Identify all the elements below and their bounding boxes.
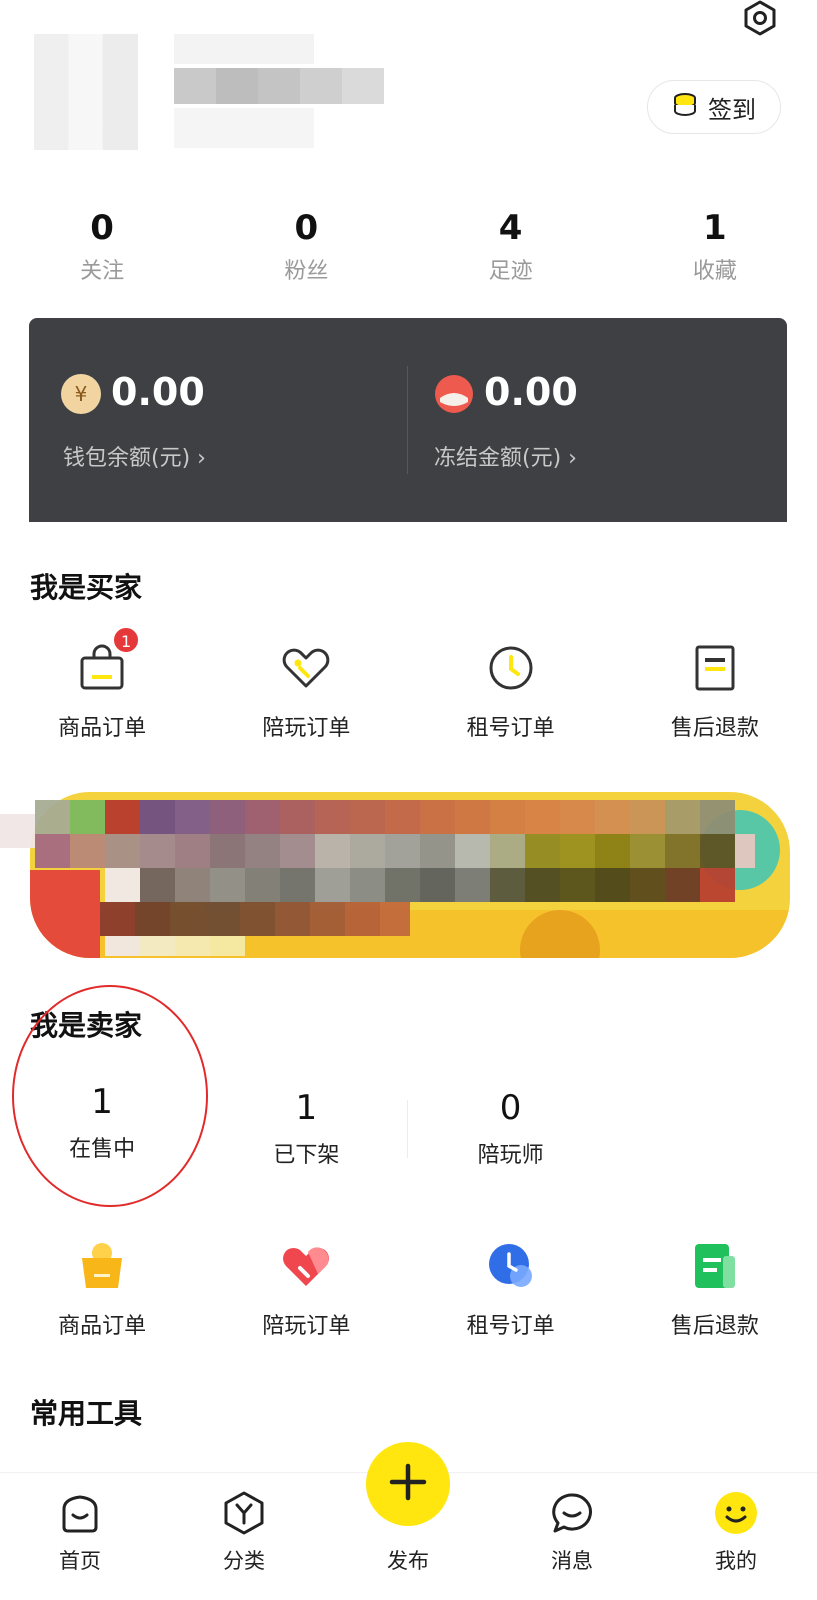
avatar[interactable] — [34, 34, 138, 150]
chevron-right-icon: › — [568, 446, 577, 471]
seller-goods-orders[interactable]: 商品订单 — [0, 1238, 204, 1340]
grid-item-label: 商品订单 — [58, 1314, 147, 1339]
username-blur-top — [174, 34, 314, 64]
plus-icon — [388, 1462, 428, 1506]
wallet-card: ¥ 0.00 钱包余额(元) › 0.00 冻结金额(元) › — [29, 318, 787, 522]
frozen-coin-icon — [434, 374, 474, 414]
stat-value: 1 — [91, 1082, 113, 1122]
buyer-goods-orders[interactable]: 1 商品订单 — [0, 626, 204, 742]
coin-stack-icon — [672, 93, 698, 121]
buyer-companion-orders[interactable]: 陪玩订单 — [204, 640, 408, 742]
clock-icon — [483, 1238, 539, 1294]
profile-stats: 0 关注 0 粉丝 4 足迹 1 收藏 — [0, 205, 817, 295]
stat-label: 足迹 — [488, 259, 533, 284]
publish-button[interactable] — [366, 1442, 450, 1526]
username-blur-bottom — [174, 108, 314, 148]
heart-tag-icon — [278, 640, 334, 696]
category-icon — [220, 1489, 268, 1537]
seller-rental-orders[interactable]: 租号订单 — [409, 1238, 613, 1340]
buyer-rental-orders[interactable]: 租号订单 — [409, 640, 613, 742]
svg-text:¥: ¥ — [75, 382, 88, 406]
grid-item-label: 售后退款 — [670, 1314, 759, 1339]
nav-label: 首页 — [59, 1549, 101, 1573]
message-icon — [548, 1489, 596, 1537]
document-icon — [687, 1238, 743, 1294]
order-count-badge: 1 — [112, 626, 141, 654]
checkin-button[interactable]: 签到 — [647, 80, 781, 134]
seller-delisted[interactable]: 1 已下架 — [204, 1085, 408, 1169]
wallet-balance-amount: 0.00 — [111, 370, 205, 414]
grid-item-label: 陪玩订单 — [262, 716, 351, 741]
promo-banner[interactable] — [0, 790, 817, 960]
seller-grid: 商品订单 陪玩订单 租号订单 售后退款 — [0, 1238, 817, 1340]
wallet-frozen-text: 冻结金额(元) — [434, 446, 562, 471]
stat-value: 4 — [498, 208, 523, 248]
chevron-right-icon: › — [197, 446, 206, 471]
stat-label: 在售中 — [69, 1137, 136, 1162]
stat-value: 0 — [294, 208, 319, 248]
stat-value: 0 — [499, 1088, 522, 1128]
publish-label: 发布 — [387, 1549, 429, 1573]
wallet-frozen-label: 冻结金额(元) › — [434, 440, 577, 472]
stat-label: 收藏 — [692, 259, 737, 284]
wallet-balance[interactable]: ¥ 0.00 钱包余额(元) › — [29, 318, 408, 522]
stat-value: 1 — [703, 208, 727, 248]
grid-item-label: 陪玩订单 — [262, 1314, 351, 1339]
seller-after-sales[interactable]: 售后退款 — [613, 1238, 817, 1340]
tools-section-title: 常用工具 — [30, 1397, 143, 1430]
shopping-bag-icon — [74, 1238, 130, 1294]
checkin-label: 签到 — [708, 95, 756, 124]
nav-mine[interactable]: 我的 — [676, 1473, 796, 1575]
nav-label: 分类 — [223, 1549, 265, 1573]
stat-fans[interactable]: 0 粉丝 — [204, 205, 408, 295]
stat-value: 1 — [295, 1088, 318, 1128]
stat-label: 陪玩师 — [477, 1143, 544, 1168]
nav-category[interactable]: 分类 — [184, 1473, 304, 1575]
seller-companion-orders[interactable]: 陪玩订单 — [204, 1238, 408, 1340]
home-icon — [56, 1489, 104, 1537]
nav-label: 我的 — [715, 1549, 757, 1573]
stat-label: 关注 — [80, 259, 125, 284]
seller-on-sale[interactable]: 1 在售中 — [0, 1079, 204, 1169]
grid-item-label: 商品订单 — [58, 716, 147, 741]
settings-icon[interactable] — [742, 0, 778, 36]
grid-item-label: 租号订单 — [466, 716, 555, 741]
nav-home[interactable]: 首页 — [20, 1473, 140, 1575]
yuan-coin-icon: ¥ — [61, 374, 101, 414]
grid-item-label: 售后退款 — [670, 716, 759, 741]
wallet-frozen[interactable]: 0.00 冻结金额(元) › — [408, 318, 787, 522]
buyer-grid: 1 商品订单 陪玩订单 租号订单 售后退款 — [0, 626, 817, 742]
nav-label: 消息 — [551, 1549, 593, 1573]
seller-companions[interactable]: 0 陪玩师 — [409, 1085, 613, 1169]
seller-stats: 1 在售中 1 已下架 0 陪玩师 — [0, 1082, 817, 1169]
username[interactable] — [174, 68, 384, 104]
buyer-section-title: 我是买家 — [30, 571, 143, 604]
document-icon — [687, 640, 743, 696]
shopping-bag-icon: 1 — [74, 626, 141, 696]
stat-footprint[interactable]: 4 足迹 — [409, 205, 613, 295]
wallet-frozen-amount: 0.00 — [484, 370, 578, 414]
wallet-balance-text: 钱包余额(元) — [63, 446, 191, 471]
stat-value: 0 — [90, 208, 114, 248]
nav-messages[interactable]: 消息 — [512, 1473, 632, 1575]
smiley-icon — [712, 1489, 760, 1537]
stat-favorites[interactable]: 1 收藏 — [613, 205, 817, 295]
grid-item-label: 租号订单 — [466, 1314, 555, 1339]
buyer-after-sales[interactable]: 售后退款 — [613, 640, 817, 742]
stat-label: 已下架 — [273, 1143, 340, 1168]
clock-icon — [483, 640, 539, 696]
stat-following[interactable]: 0 关注 — [0, 205, 204, 295]
stat-label: 粉丝 — [284, 259, 329, 284]
wallet-balance-label: 钱包余额(元) › — [63, 440, 206, 472]
heart-tag-icon — [278, 1238, 334, 1294]
